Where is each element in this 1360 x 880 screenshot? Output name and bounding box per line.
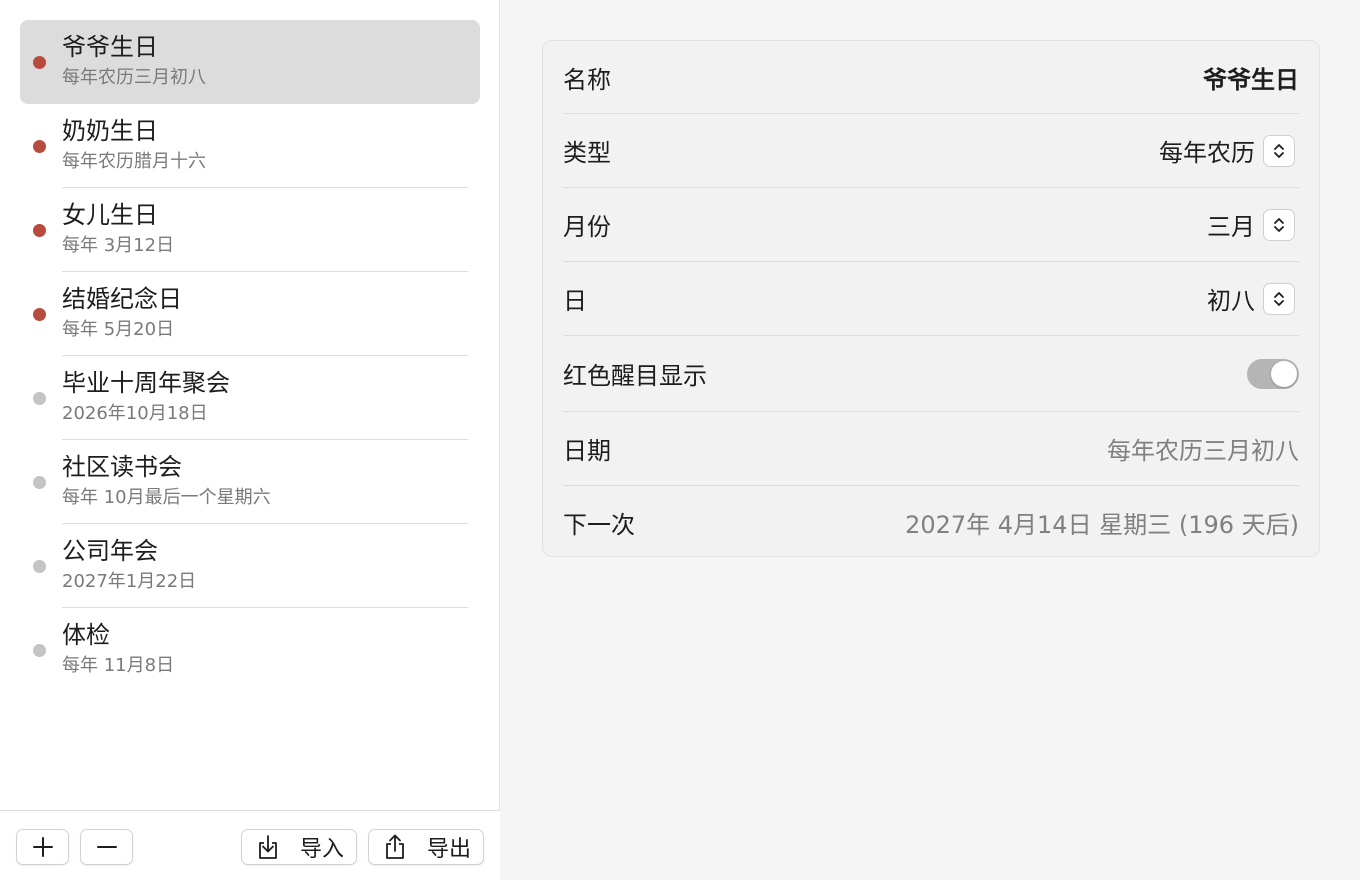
event-detail-panel: 名称 爷爷生日 类型 每年农历 月份 三月 日 初八 红色醒目显示 日期 每年农… xyxy=(542,40,1320,557)
name-row: 名称 爷爷生日 xyxy=(563,41,1299,114)
highlight-label: 红色醒目显示 xyxy=(563,362,707,390)
month-row: 月份 三月 xyxy=(563,188,1299,262)
day-row: 日 初八 xyxy=(563,262,1299,336)
event-title: 体检 xyxy=(62,621,110,649)
toggle-knob xyxy=(1271,360,1297,387)
remove-event-button[interactable] xyxy=(80,829,133,865)
event-subtitle: 每年 10月最后一个星期六 xyxy=(62,487,271,508)
status-dot xyxy=(33,644,46,657)
add-event-button[interactable] xyxy=(16,829,69,865)
event-item-0[interactable]: 爷爷生日 每年农历三月初八 xyxy=(20,20,480,104)
status-dot xyxy=(33,308,46,321)
event-title: 毕业十周年聚会 xyxy=(62,369,230,397)
status-dot xyxy=(33,560,46,573)
event-item-4[interactable]: 毕业十周年聚会 2026年10月18日 xyxy=(20,356,480,440)
event-item-6[interactable]: 公司年会 2027年1月22日 xyxy=(20,524,480,608)
export-label: 导出 xyxy=(427,837,472,862)
date-row: 日期 每年农历三月初八 xyxy=(563,412,1299,486)
event-item-5[interactable]: 社区读书会 每年 10月最后一个星期六 xyxy=(20,440,480,524)
day-value: 初八 xyxy=(1207,287,1255,315)
event-subtitle: 2026年10月18日 xyxy=(62,403,208,424)
status-dot xyxy=(33,224,46,237)
chevron-up-down-icon xyxy=(1274,291,1284,306)
event-title: 公司年会 xyxy=(62,537,158,565)
event-item-1[interactable]: 奶奶生日 每年农历腊月十六 xyxy=(20,104,480,188)
event-sidebar: 爷爷生日 每年农历三月初八 奶奶生日 每年农历腊月十六 女儿生日 每年 3月12… xyxy=(0,0,500,880)
type-select[interactable]: 每年农历 xyxy=(1159,114,1299,187)
chevron-up-down-icon xyxy=(1274,217,1284,232)
event-item-3[interactable]: 结婚纪念日 每年 5月20日 xyxy=(20,272,480,356)
day-label: 日 xyxy=(563,287,587,315)
day-select[interactable]: 初八 xyxy=(1207,262,1299,335)
type-stepper[interactable] xyxy=(1263,134,1295,167)
month-stepper[interactable] xyxy=(1263,208,1295,241)
type-value: 每年农历 xyxy=(1159,139,1255,167)
export-button[interactable]: 导出 xyxy=(368,829,484,865)
date-value: 每年农历三月初八 xyxy=(1107,437,1299,465)
event-title: 奶奶生日 xyxy=(62,117,158,145)
type-row: 类型 每年农历 xyxy=(563,114,1299,188)
event-item-7[interactable]: 体检 每年 11月8日 xyxy=(20,608,480,692)
next-row: 下一次 2027年 4月14日 星期三 (196 天后) xyxy=(563,486,1299,558)
status-dot xyxy=(33,392,46,405)
highlight-toggle-wrap xyxy=(1247,336,1299,411)
next-value: 2027年 4月14日 星期三 (196 天后) xyxy=(905,510,1299,539)
status-dot xyxy=(33,140,46,153)
next-label: 下一次 xyxy=(563,510,635,539)
month-value: 三月 xyxy=(1207,213,1255,241)
event-subtitle: 每年 11月8日 xyxy=(62,655,175,676)
month-label: 月份 xyxy=(563,213,611,241)
share-icon xyxy=(386,834,404,859)
import-label: 导入 xyxy=(300,837,345,862)
name-value[interactable]: 爷爷生日 xyxy=(1203,41,1299,113)
event-subtitle: 每年农历三月初八 xyxy=(62,67,206,88)
event-subtitle: 每年 3月12日 xyxy=(62,235,175,256)
highlight-row: 红色醒目显示 xyxy=(563,336,1299,412)
sidebar-toolbar: 导入 导出 xyxy=(0,810,500,880)
tray-download-icon xyxy=(259,835,277,859)
name-label: 名称 xyxy=(563,65,611,94)
event-title: 结婚纪念日 xyxy=(62,285,182,313)
status-dot xyxy=(33,56,46,69)
event-title: 爷爷生日 xyxy=(62,33,158,61)
event-subtitle: 2027年1月22日 xyxy=(62,571,197,592)
month-select[interactable]: 三月 xyxy=(1207,188,1299,261)
event-title: 女儿生日 xyxy=(62,201,158,229)
event-subtitle: 每年农历腊月十六 xyxy=(62,151,206,172)
event-title: 社区读书会 xyxy=(62,453,182,481)
import-button[interactable]: 导入 xyxy=(241,829,357,865)
day-stepper[interactable] xyxy=(1263,282,1295,315)
highlight-toggle[interactable] xyxy=(1247,358,1299,389)
event-item-2[interactable]: 女儿生日 每年 3月12日 xyxy=(20,188,480,272)
plus-icon xyxy=(32,837,53,857)
event-subtitle: 每年 5月20日 xyxy=(62,319,175,340)
date-label: 日期 xyxy=(563,437,611,465)
event-list: 爷爷生日 每年农历三月初八 奶奶生日 每年农历腊月十六 女儿生日 每年 3月12… xyxy=(20,20,480,692)
status-dot xyxy=(33,476,46,489)
type-label: 类型 xyxy=(563,139,611,167)
chevron-up-down-icon xyxy=(1274,143,1284,158)
minus-icon xyxy=(96,846,117,848)
